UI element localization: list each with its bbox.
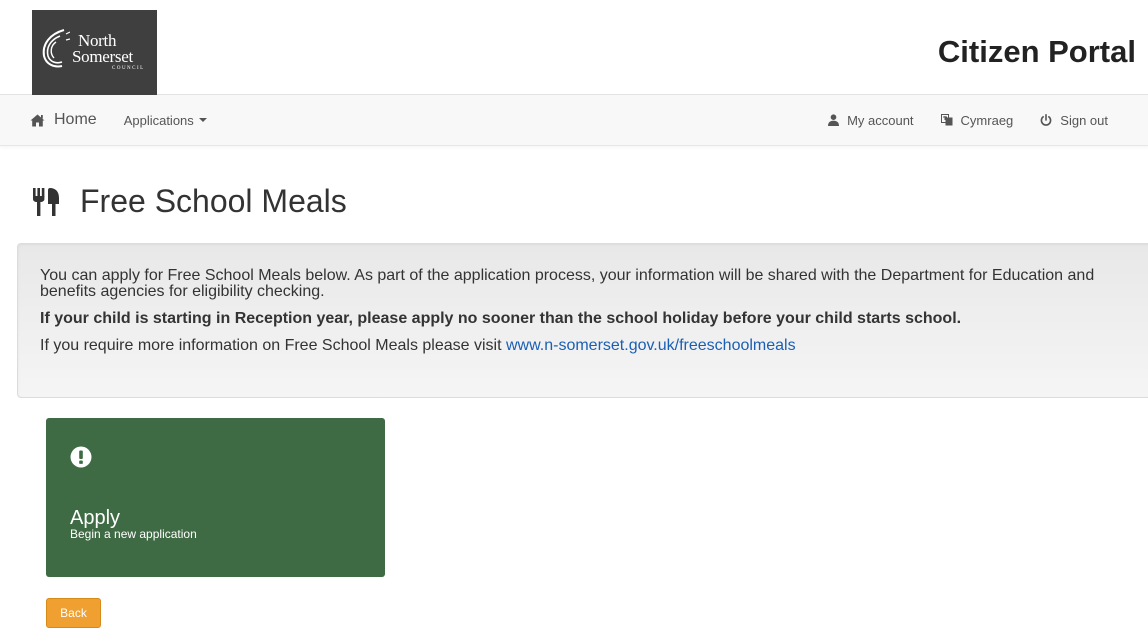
nav-applications-label: Applications — [123, 112, 194, 128]
home-icon — [30, 114, 45, 126]
info-text-more-info-prefix: If you require more information on Free … — [40, 337, 506, 354]
nav-sign-out-link[interactable]: Sign out — [1040, 113, 1108, 128]
info-text-reception-notice: If your child is starting in Reception y… — [40, 310, 962, 327]
site-header: North Somerset COUNCIL Citizen Portal — [0, 0, 1148, 95]
language-icon — [940, 114, 953, 126]
logo-text-somerset: Somerset — [72, 47, 133, 66]
free-school-meals-link[interactable]: www.n-somerset.gov.uk/freeschoolmeals — [506, 337, 796, 354]
main-navbar: Home Applications My account Cymraeg Sig… — [0, 95, 1148, 146]
cutlery-icon — [33, 187, 59, 216]
info-panel: You can apply for Free School Meals belo… — [17, 243, 1148, 398]
nav-applications-dropdown[interactable]: Applications — [124, 113, 207, 128]
nav-my-account-label: My account — [847, 112, 914, 128]
logo-swirl-icon — [42, 29, 70, 68]
nav-home-label: Home — [54, 111, 97, 128]
nav-language-link[interactable]: Cymraeg — [940, 112, 1014, 128]
council-logo[interactable]: North Somerset COUNCIL — [32, 10, 157, 95]
caret-down-icon — [198, 118, 207, 122]
power-icon — [1040, 114, 1052, 126]
apply-tile[interactable]: Apply Begin a new application — [46, 418, 385, 577]
page-heading: Free School Meals — [33, 183, 347, 220]
nav-home-link[interactable]: Home — [30, 111, 97, 129]
back-button[interactable]: Back — [46, 598, 101, 628]
user-icon — [828, 114, 840, 126]
page-title: Free School Meals — [80, 183, 347, 219]
apply-tile-description: Begin a new application — [70, 527, 197, 541]
navbar-right: My account Cymraeg Sign out — [801, 95, 1108, 145]
logo-text-council: COUNCIL — [112, 66, 145, 71]
portal-title: Citizen Portal — [937, 34, 1136, 69]
info-text-sharing: You can apply for Free School Meals belo… — [40, 267, 1095, 300]
nav-language-label: Cymraeg — [960, 112, 1014, 128]
exclamation-circle-icon — [70, 446, 92, 468]
navbar-left: Home Applications — [30, 95, 207, 145]
nav-my-account-link[interactable]: My account — [828, 112, 914, 128]
info-text-more-info: If you require more information on Free … — [40, 338, 1144, 354]
nav-sign-out-label: Sign out — [1060, 112, 1108, 128]
